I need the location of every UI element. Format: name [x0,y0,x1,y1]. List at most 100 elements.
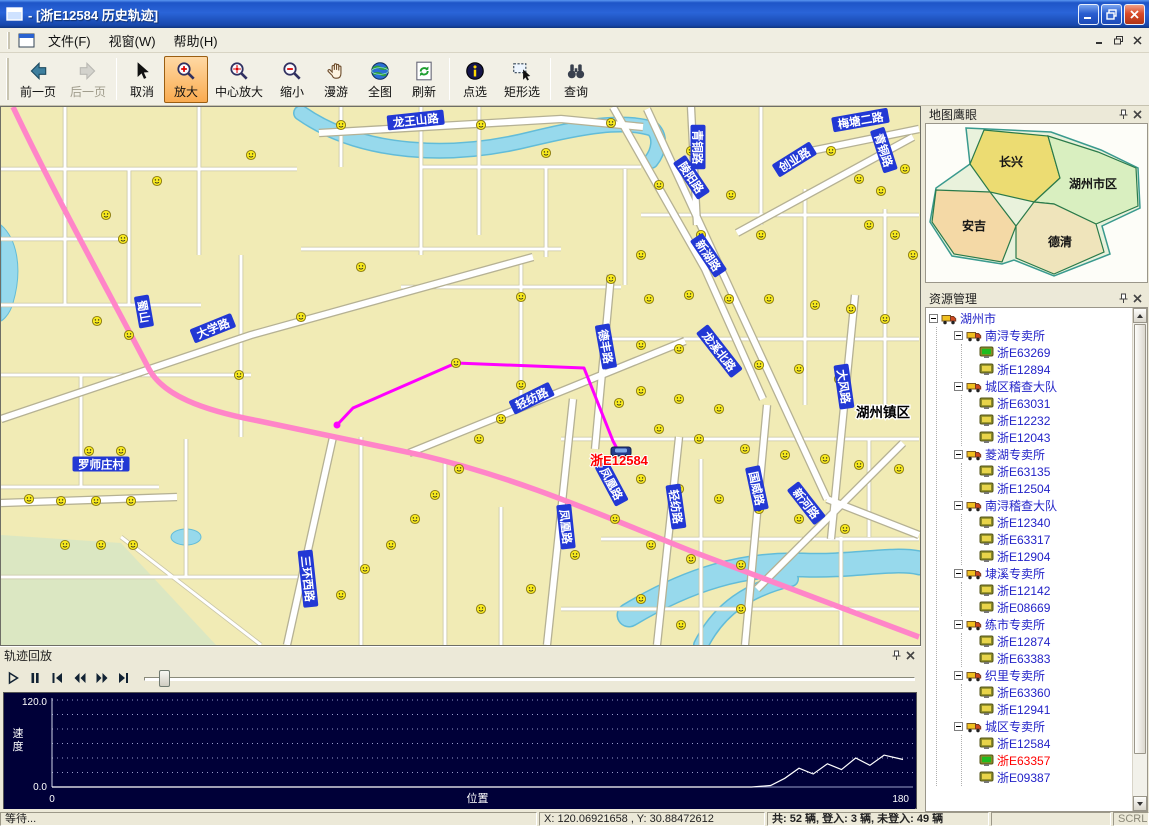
vehicle-marker-icon[interactable] [736,604,745,613]
tree-group-item[interactable]: 南浔专卖所 [954,327,1132,344]
tree-item-label[interactable]: 浙E12941 [997,701,1050,718]
vehicle-marker-icon[interactable] [410,514,419,523]
vehicle-marker-icon[interactable] [740,444,749,453]
menu-item-2[interactable]: 帮助(H) [165,28,227,53]
tree-vehicle-item[interactable]: 浙E08669 [979,599,1132,616]
vehicle-marker-icon[interactable] [676,620,685,629]
close-button[interactable] [1124,4,1145,25]
toolbar-grip[interactable] [6,58,9,100]
vehicle-marker-icon[interactable] [646,540,655,549]
vehicle-marker-icon[interactable] [96,540,105,549]
map-viewport[interactable]: 龙王山路青铜路梅塘二路创业路青铜路陵阳路新湖路大学路德丰路龙溪北路轻纺路大风路凤… [0,106,921,646]
tree-item-label[interactable]: 浙E12904 [997,548,1050,565]
vehicle-marker-icon[interactable] [794,364,803,373]
vehicle-marker-icon[interactable] [736,560,745,569]
vehicle-marker-icon[interactable] [126,496,135,505]
eagle-eye-map[interactable]: 长兴湖州市区安吉德清 [925,123,1148,283]
vehicle-marker-icon[interactable] [84,446,93,455]
vehicle-marker-icon[interactable] [610,514,619,523]
menu-item-1[interactable]: 视窗(W) [100,28,165,53]
tree-item-label[interactable]: 浙E12142 [997,582,1050,599]
tree-vehicle-item[interactable]: 浙E09387 [979,769,1132,786]
scrollbar-thumb[interactable] [1134,324,1146,754]
vehicle-marker-icon[interactable] [644,294,653,303]
tree-vehicle-item[interactable]: 浙E12504 [979,480,1132,497]
vehicle-marker-icon[interactable] [724,294,733,303]
vehicle-marker-icon[interactable] [476,120,485,129]
tree-vehicle-item[interactable]: 浙E63031 [979,395,1132,412]
title-bar[interactable]: - [浙E12584 历史轨迹] [0,0,1149,28]
tree-item-label[interactable]: 浙E12504 [997,480,1050,497]
tree-item-label[interactable]: 浙E63357 [997,752,1050,769]
tree-vehicle-item[interactable]: 浙E63383 [979,650,1132,667]
tree-vehicle-item[interactable]: 浙E12142 [979,582,1132,599]
vehicle-marker-icon[interactable] [606,118,615,127]
tree-expander-icon[interactable] [929,314,938,323]
vehicle-marker-icon[interactable] [516,380,525,389]
tree-vehicle-item[interactable]: 浙E12232 [979,412,1132,429]
tree-item-label[interactable]: 浙E12894 [997,361,1050,378]
tree-item-label[interactable]: 浙E12340 [997,514,1050,531]
tree-group-item[interactable]: 织里专卖所 [954,667,1132,684]
vehicle-marker-icon[interactable] [694,434,703,443]
vehicle-marker-icon[interactable] [234,370,243,379]
vehicle-marker-icon[interactable] [606,274,615,283]
vehicle-marker-icon[interactable] [246,150,255,159]
toolbar-button-取消[interactable]: 取消 [120,56,164,103]
tree-item-label[interactable]: 浙E12874 [997,633,1050,650]
scroll-up-icon[interactable] [1133,308,1147,323]
tree-group-item[interactable]: 南浔稽查大队 [954,497,1132,514]
vehicle-marker-icon[interactable] [636,474,645,483]
vehicle-marker-icon[interactable] [764,294,773,303]
playback-skip-end-button[interactable] [112,668,133,688]
tree-item-label[interactable]: 浙E63360 [997,684,1050,701]
tree-vehicle-item[interactable]: 浙E12894 [979,361,1132,378]
eagle-eye-pin-icon[interactable] [1116,108,1130,121]
tree-item-label[interactable]: 埭溪专卖所 [985,565,1045,582]
tree-vehicle-item[interactable]: 浙E63360 [979,684,1132,701]
toolbar-button-点选[interactable]: 点选 [453,56,497,103]
city-map[interactable]: 龙王山路青铜路梅塘二路创业路青铜路陵阳路新湖路大学路德丰路龙溪北路轻纺路大风路凤… [1,107,920,645]
toolbar-button-缩小[interactable]: 缩小 [270,56,314,103]
slider-thumb[interactable] [159,670,170,687]
resource-pin-icon[interactable] [1116,292,1130,305]
mdi-minimize-button[interactable] [1091,33,1108,48]
vehicle-marker-icon[interactable] [854,174,863,183]
vehicle-marker-icon[interactable] [92,316,101,325]
vehicle-marker-icon[interactable] [876,186,885,195]
vehicle-marker-icon[interactable] [296,312,305,321]
minimize-button[interactable] [1078,4,1099,25]
vehicle-marker-icon[interactable] [908,250,917,259]
vehicle-marker-icon[interactable] [840,524,849,533]
playback-fast-forward-button[interactable] [90,668,111,688]
vehicle-marker-icon[interactable] [636,386,645,395]
vehicle-marker-icon[interactable] [714,494,723,503]
vehicle-marker-icon[interactable] [636,340,645,349]
vehicle-marker-icon[interactable] [846,304,855,313]
scroll-down-icon[interactable] [1133,796,1147,811]
vehicle-marker-icon[interactable] [474,434,483,443]
vehicle-marker-icon[interactable] [152,176,161,185]
vehicle-marker-icon[interactable] [124,330,133,339]
tree-vehicle-item[interactable]: 浙E12874 [979,633,1132,650]
tree-item-label[interactable]: 织里专卖所 [985,667,1045,684]
vehicle-marker-icon[interactable] [60,540,69,549]
tree-item-label[interactable]: 浙E63135 [997,463,1050,480]
vehicle-marker-icon[interactable] [430,490,439,499]
tree-expander-icon[interactable] [954,671,963,680]
vehicle-marker-icon[interactable] [636,594,645,603]
tree-vehicle-item[interactable]: 浙E12584 [979,735,1132,752]
tree-vehicle-item[interactable]: 浙E12904 [979,548,1132,565]
vehicle-marker-icon[interactable] [686,554,695,563]
menu-item-0[interactable]: 文件(F) [39,28,100,53]
vehicle-marker-icon[interactable] [674,344,683,353]
toolbar-button-全图[interactable]: 全图 [358,56,402,103]
vehicle-marker-icon[interactable] [336,120,345,129]
vehicle-marker-icon[interactable] [794,514,803,523]
tree-expander-icon[interactable] [954,501,963,510]
vehicle-marker-icon[interactable] [336,590,345,599]
toolbar-button-查询[interactable]: 查询 [554,56,598,103]
mdi-restore-button[interactable] [1110,33,1127,48]
vehicle-marker-icon[interactable] [118,234,127,243]
tree-item-label[interactable]: 湖州市 [960,310,996,327]
